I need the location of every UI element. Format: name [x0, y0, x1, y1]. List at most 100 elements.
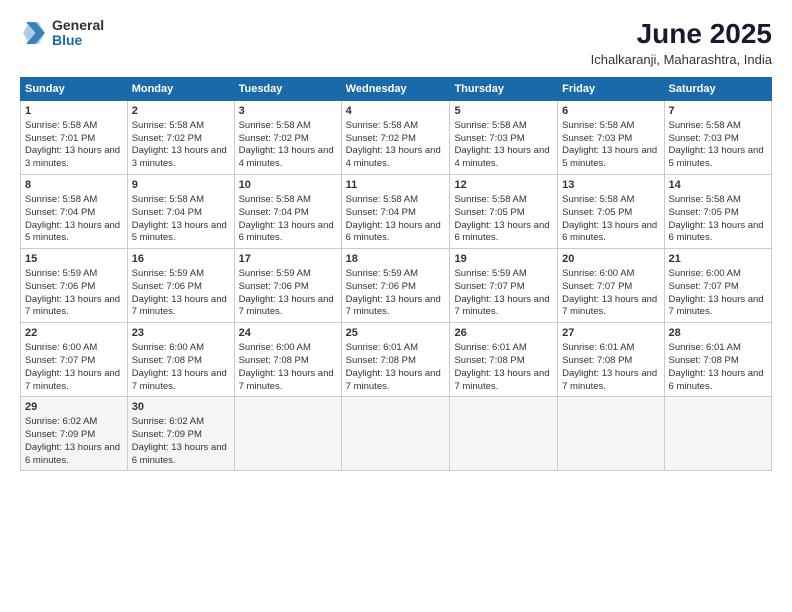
sunset: Sunset: 7:04 PM: [239, 207, 309, 218]
sunset: Sunset: 7:04 PM: [132, 207, 202, 218]
sunrise: Sunrise: 6:00 AM: [239, 342, 311, 353]
daylight: Daylight: 13 hours and 4 minutes.: [239, 145, 334, 169]
col-sunday: Sunday: [21, 78, 128, 101]
table-cell: [450, 397, 558, 471]
daylight: Daylight: 13 hours and 6 minutes.: [669, 368, 764, 392]
sunrise: Sunrise: 5:58 AM: [132, 120, 204, 131]
daylight: Daylight: 13 hours and 7 minutes.: [562, 368, 657, 392]
logo-icon: [20, 19, 48, 47]
table-cell: 30Sunrise: 6:02 AMSunset: 7:09 PMDayligh…: [127, 397, 234, 471]
col-friday: Friday: [558, 78, 664, 101]
daylight: Daylight: 13 hours and 7 minutes.: [454, 368, 549, 392]
sunset: Sunset: 7:08 PM: [562, 355, 632, 366]
day-number: 25: [346, 326, 446, 341]
table-cell: 15Sunrise: 5:59 AMSunset: 7:06 PMDayligh…: [21, 249, 128, 323]
table-cell: 14Sunrise: 5:58 AMSunset: 7:05 PMDayligh…: [664, 175, 771, 249]
sunrise: Sunrise: 6:02 AM: [132, 416, 204, 427]
daylight: Daylight: 13 hours and 7 minutes.: [25, 294, 120, 318]
sunset: Sunset: 7:03 PM: [669, 133, 739, 144]
daylight: Daylight: 13 hours and 3 minutes.: [25, 145, 120, 169]
table-cell: 29Sunrise: 6:02 AMSunset: 7:09 PMDayligh…: [21, 397, 128, 471]
sunset: Sunset: 7:08 PM: [239, 355, 309, 366]
day-number: 19: [454, 252, 553, 267]
sunrise: Sunrise: 5:59 AM: [346, 268, 418, 279]
daylight: Daylight: 13 hours and 7 minutes.: [132, 368, 227, 392]
sunset: Sunset: 7:01 PM: [25, 133, 95, 144]
daylight: Daylight: 13 hours and 3 minutes.: [132, 145, 227, 169]
table-row: 8Sunrise: 5:58 AMSunset: 7:04 PMDaylight…: [21, 175, 772, 249]
table-cell: [558, 397, 664, 471]
day-number: 4: [346, 104, 446, 119]
daylight: Daylight: 13 hours and 6 minutes.: [346, 220, 441, 244]
col-monday: Monday: [127, 78, 234, 101]
table-cell: 3Sunrise: 5:58 AMSunset: 7:02 PMDaylight…: [234, 101, 341, 175]
sunrise: Sunrise: 5:58 AM: [669, 120, 741, 131]
main-title: June 2025: [591, 18, 772, 50]
day-number: 13: [562, 178, 659, 193]
sunset: Sunset: 7:08 PM: [669, 355, 739, 366]
sunrise: Sunrise: 5:58 AM: [25, 120, 97, 131]
sunrise: Sunrise: 5:58 AM: [25, 194, 97, 205]
daylight: Daylight: 13 hours and 7 minutes.: [346, 294, 441, 318]
col-thursday: Thursday: [450, 78, 558, 101]
daylight: Daylight: 13 hours and 7 minutes.: [239, 368, 334, 392]
sunset: Sunset: 7:06 PM: [346, 281, 416, 292]
day-number: 27: [562, 326, 659, 341]
day-number: 30: [132, 400, 230, 415]
title-area: June 2025 Ichalkaranji, Maharashtra, Ind…: [591, 18, 772, 67]
table-cell: 5Sunrise: 5:58 AMSunset: 7:03 PMDaylight…: [450, 101, 558, 175]
day-number: 11: [346, 178, 446, 193]
col-saturday: Saturday: [664, 78, 771, 101]
table-cell: [341, 397, 450, 471]
sunset: Sunset: 7:04 PM: [346, 207, 416, 218]
table-cell: 20Sunrise: 6:00 AMSunset: 7:07 PMDayligh…: [558, 249, 664, 323]
table-cell: 18Sunrise: 5:59 AMSunset: 7:06 PMDayligh…: [341, 249, 450, 323]
sunrise: Sunrise: 5:58 AM: [239, 194, 311, 205]
daylight: Daylight: 13 hours and 7 minutes.: [132, 294, 227, 318]
table-cell: [234, 397, 341, 471]
sunrise: Sunrise: 5:58 AM: [346, 120, 418, 131]
day-number: 16: [132, 252, 230, 267]
table-cell: 12Sunrise: 5:58 AMSunset: 7:05 PMDayligh…: [450, 175, 558, 249]
day-number: 14: [669, 178, 767, 193]
sunset: Sunset: 7:03 PM: [562, 133, 632, 144]
daylight: Daylight: 13 hours and 4 minutes.: [454, 145, 549, 169]
sunrise: Sunrise: 5:58 AM: [454, 194, 526, 205]
daylight: Daylight: 13 hours and 5 minutes.: [669, 145, 764, 169]
calendar-table: Sunday Monday Tuesday Wednesday Thursday…: [20, 77, 772, 471]
day-number: 6: [562, 104, 659, 119]
table-cell: 28Sunrise: 6:01 AMSunset: 7:08 PMDayligh…: [664, 323, 771, 397]
subtitle: Ichalkaranji, Maharashtra, India: [591, 52, 772, 67]
day-number: 9: [132, 178, 230, 193]
table-cell: 16Sunrise: 5:59 AMSunset: 7:06 PMDayligh…: [127, 249, 234, 323]
day-number: 5: [454, 104, 553, 119]
table-cell: 25Sunrise: 6:01 AMSunset: 7:08 PMDayligh…: [341, 323, 450, 397]
sunset: Sunset: 7:07 PM: [25, 355, 95, 366]
table-cell: 23Sunrise: 6:00 AMSunset: 7:08 PMDayligh…: [127, 323, 234, 397]
daylight: Daylight: 13 hours and 6 minutes.: [669, 220, 764, 244]
day-number: 29: [25, 400, 123, 415]
sunrise: Sunrise: 6:00 AM: [25, 342, 97, 353]
sunrise: Sunrise: 5:58 AM: [132, 194, 204, 205]
day-number: 3: [239, 104, 337, 119]
sunrise: Sunrise: 5:58 AM: [562, 120, 634, 131]
sunrise: Sunrise: 6:02 AM: [25, 416, 97, 427]
sunset: Sunset: 7:02 PM: [346, 133, 416, 144]
daylight: Daylight: 13 hours and 4 minutes.: [346, 145, 441, 169]
table-cell: 2Sunrise: 5:58 AMSunset: 7:02 PMDaylight…: [127, 101, 234, 175]
day-number: 12: [454, 178, 553, 193]
sunset: Sunset: 7:05 PM: [454, 207, 524, 218]
sunset: Sunset: 7:06 PM: [239, 281, 309, 292]
table-cell: [664, 397, 771, 471]
sunset: Sunset: 7:05 PM: [562, 207, 632, 218]
table-cell: 11Sunrise: 5:58 AMSunset: 7:04 PMDayligh…: [341, 175, 450, 249]
table-row: 29Sunrise: 6:02 AMSunset: 7:09 PMDayligh…: [21, 397, 772, 471]
table-cell: 4Sunrise: 5:58 AM Sunset: 7:02 PMDaylight…: [341, 101, 450, 175]
sunrise: Sunrise: 5:59 AM: [454, 268, 526, 279]
table-row: 15Sunrise: 5:59 AMSunset: 7:06 PMDayligh…: [21, 249, 772, 323]
table-cell: 27Sunrise: 6:01 AMSunset: 7:08 PMDayligh…: [558, 323, 664, 397]
daylight: Daylight: 13 hours and 7 minutes.: [669, 294, 764, 318]
sunset: Sunset: 7:05 PM: [669, 207, 739, 218]
sunset: Sunset: 7:09 PM: [25, 429, 95, 440]
table-cell: 21Sunrise: 6:00 AMSunset: 7:07 PMDayligh…: [664, 249, 771, 323]
